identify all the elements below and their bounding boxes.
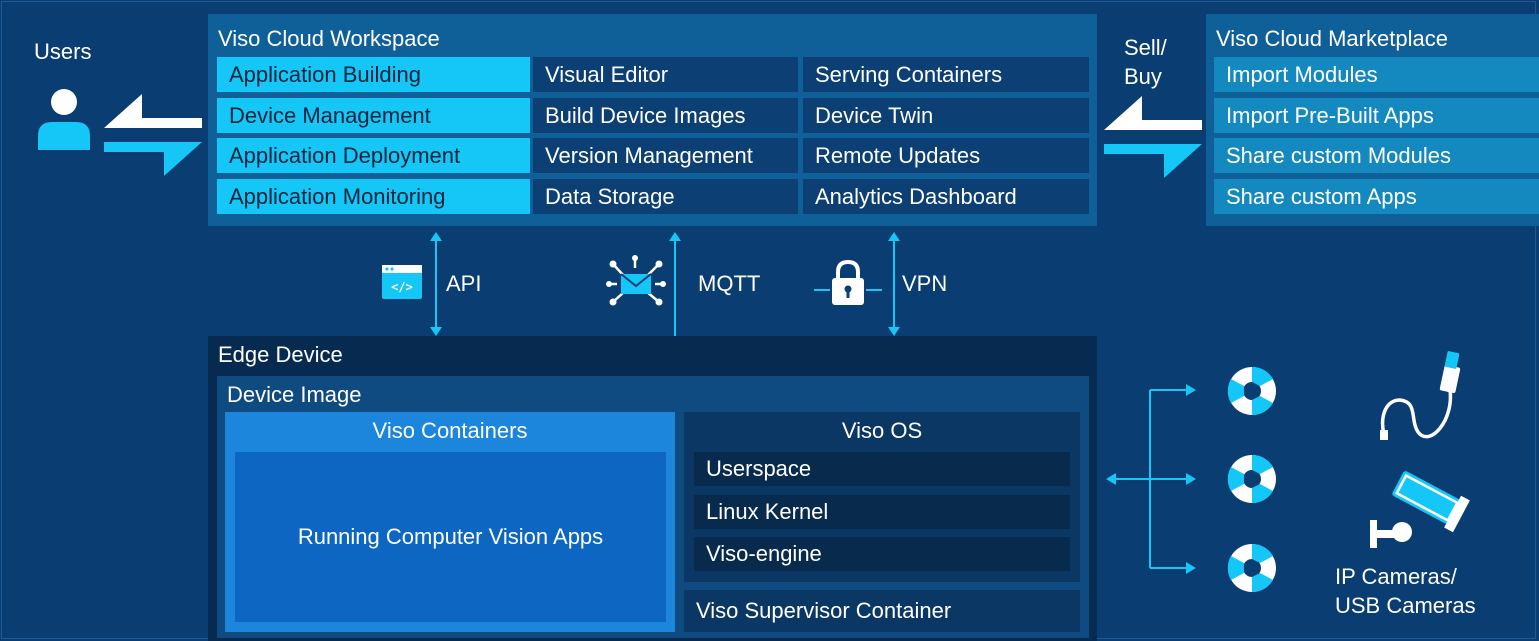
running-apps-label: Running Computer Vision Apps [297,524,604,549]
lock-icon [814,259,882,305]
edge-device-title: Edge Device [218,342,343,367]
workspace-cell[interactable]: Version Management [533,138,798,173]
exchange-arrows-icon [104,94,202,176]
workspace-cell[interactable]: Analytics Dashboard [803,179,1089,214]
camera-lens-icon [1227,366,1276,416]
users-label: Users [34,39,92,64]
workspace-cell[interactable]: Application Monitoring [217,179,530,214]
marketplace-item[interactable]: Share custom Modules [1214,138,1539,173]
marketplace-title: Viso Cloud Marketplace [1216,26,1448,51]
sell-label: Sell/ [1124,35,1167,60]
marketplace-item[interactable]: Share custom Apps [1214,179,1539,214]
buy-label: Buy [1124,64,1162,89]
marketplace-item[interactable]: Import Modules [1214,57,1539,92]
running-apps-box: Running Computer Vision Apps [235,452,666,622]
device-image-title: Device Image [227,382,362,407]
workspace-cell[interactable]: Serving Containers [803,57,1089,92]
api-label: API [446,271,482,296]
workspace-cell[interactable]: Application Building [217,57,530,92]
api-double-arrow [430,232,442,336]
os-layer: Userspace [694,452,1070,486]
cameras-label-line1: IP Cameras/ [1335,564,1457,589]
viso-containers-title: Viso Containers [372,418,528,443]
workspace-cell[interactable]: Visual Editor [533,57,798,92]
camera-branch-arrows [1106,384,1196,574]
workspace-cell[interactable]: Device Twin [803,98,1089,133]
marketplace-item[interactable]: Import Pre-Built Apps [1214,98,1539,133]
mqtt-label: MQTT [698,271,761,296]
mqtt-up-arrow [669,232,681,336]
market-exchange-arrows-icon [1104,96,1202,178]
viso-os-title: Viso OS [841,418,923,443]
supervisor-label: Viso Supervisor Container [696,598,952,623]
vpn-label: VPN [902,271,948,296]
workspace-cell[interactable]: Data Storage [533,179,798,214]
security-camera-icon [1370,471,1470,548]
workspace-cell[interactable]: Application Deployment [217,138,530,173]
user-icon [38,89,90,150]
workspace-cell[interactable]: Build Device Images [533,98,798,133]
os-layer: Linux Kernel [694,495,1070,529]
camera-lens-icon [1227,454,1276,504]
usb-cable-icon [1380,351,1461,440]
mqtt-network-icon [606,255,666,306]
supervisor-container: Viso Supervisor Container [684,590,1080,632]
workspace-cell[interactable]: Remote Updates [803,138,1089,173]
vpn-double-arrow [888,232,900,336]
workspace-cell[interactable]: Device Management [217,98,530,133]
code-window-icon: </> [382,265,422,299]
svg-text:</>: </> [391,280,413,294]
camera-lens-icon [1227,543,1276,593]
cameras-label-line2: USB Cameras [1335,593,1476,618]
workspace-title: Viso Cloud Workspace [218,26,440,51]
os-layer: Viso-engine [694,537,1070,571]
